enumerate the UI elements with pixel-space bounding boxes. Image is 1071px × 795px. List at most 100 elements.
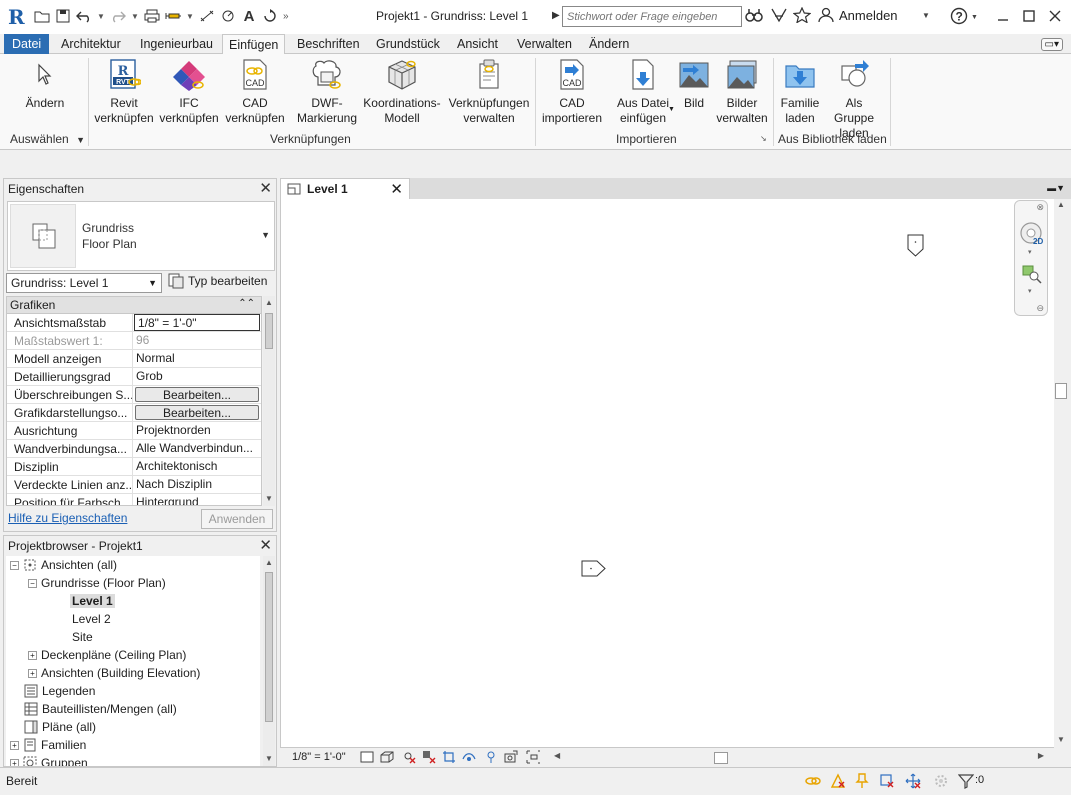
view-scale-input[interactable]: 1/8" = 1'-0" [134, 314, 260, 331]
property-row[interactable]: Modell anzeigen Normal [7, 350, 261, 368]
coordination-model-button[interactable]: Koordinations- Modell [360, 58, 444, 126]
sun-path-off-icon[interactable] [402, 750, 416, 764]
undo-icon[interactable] [76, 7, 92, 25]
redo-dropdown-icon[interactable]: ▼ [131, 12, 139, 21]
property-row[interactable]: Ausrichtung Projektnorden [7, 422, 261, 440]
close-icon[interactable]: ✕ [259, 536, 272, 554]
print-icon[interactable] [144, 7, 160, 25]
tab-list-dropdown-icon[interactable]: ▬▼ [1047, 183, 1065, 193]
scroll-up-icon[interactable]: ▲ [265, 558, 273, 567]
modify-button[interactable]: Ändern [18, 58, 72, 111]
load-family-button[interactable]: Familie laden [776, 58, 824, 126]
tree-node-views[interactable]: − Ansichten (all) [10, 556, 117, 574]
reveal-hidden-elements-icon[interactable] [526, 750, 540, 764]
maximize-button[interactable] [1016, 5, 1042, 27]
properties-scrollbar[interactable]: ▲ ▼ [263, 296, 275, 506]
expand-icon[interactable]: + [10, 740, 19, 750]
dwf-markup-button[interactable]: DWF- Markierung [292, 58, 362, 126]
close-icon[interactable]: ✕ [390, 180, 403, 198]
insert-from-file-dropdown-icon[interactable]: ▼ [668, 106, 675, 113]
apply-button[interactable]: Anwenden [201, 509, 273, 529]
filter-icon[interactable] [957, 772, 975, 790]
shadows-off-icon[interactable] [422, 750, 436, 764]
detail-level-icon[interactable] [360, 750, 374, 764]
tag-icon[interactable] [220, 7, 236, 25]
drag-elements-icon[interactable] [904, 772, 922, 790]
tab-structure[interactable]: Ingenieurbau [140, 34, 213, 54]
app-menu-button[interactable]: R [8, 5, 25, 29]
search-input[interactable] [562, 6, 742, 27]
expand-icon[interactable]: + [28, 668, 37, 678]
browser-scrollbar[interactable]: ▲ ▼ [263, 556, 275, 766]
scroll-right-icon[interactable]: ▶ [1038, 751, 1044, 760]
scroll-thumb[interactable] [714, 752, 728, 764]
sign-in-button[interactable]: Anmelden [818, 7, 898, 23]
property-row[interactable]: Ansichtsmaßstab 1/8" = 1'-0" [7, 314, 261, 332]
options-icon[interactable]: ⊖ [1036, 303, 1044, 314]
scroll-down-icon[interactable]: ▼ [265, 494, 273, 503]
undo-dropdown-icon[interactable]: ▼ [97, 12, 105, 21]
link-cad-button[interactable]: CAD CAD verknüpfen [222, 58, 288, 126]
horizontal-scrollbar[interactable]: ◀ ▶ [554, 751, 1044, 765]
scroll-thumb[interactable] [1055, 383, 1067, 399]
select-pinned-icon[interactable] [853, 772, 871, 790]
open-icon[interactable] [34, 7, 50, 25]
unlocked-3d-view-icon[interactable] [484, 750, 498, 764]
property-row[interactable]: Wandverbindungsa... Alle Wandverbindun..… [7, 440, 261, 458]
tree-node-elevations[interactable]: + Ansichten (Building Elevation) [28, 664, 200, 682]
tree-node-level-1[interactable]: Level 1 [70, 592, 115, 610]
chevron-down-icon[interactable]: ▾ [1028, 248, 1032, 256]
insert-from-file-button[interactable]: Aus Datei einfügen [610, 58, 676, 126]
tab-architecture[interactable]: Architektur [61, 34, 121, 54]
close-icon[interactable]: ⊗ [1036, 202, 1044, 213]
manage-images-button[interactable]: Bilder verwalten [714, 58, 770, 126]
tab-insert[interactable]: Einfügen [222, 34, 286, 55]
aligned-dimension-icon[interactable] [199, 7, 215, 25]
property-value[interactable]: Projektnorden [133, 422, 261, 439]
scroll-down-icon[interactable]: ▼ [265, 754, 273, 763]
property-row[interactable]: Grafikdarstellungso... Bearbeiten... [7, 404, 261, 422]
crop-view-icon[interactable] [442, 750, 456, 764]
close-window-button[interactable] [1042, 5, 1068, 27]
tree-node-sheets[interactable]: Pläne (all) [24, 718, 96, 736]
expand-icon[interactable]: + [10, 758, 19, 766]
scroll-left-icon[interactable]: ◀ [554, 751, 560, 760]
tree-node-groups[interactable]: + Gruppen [10, 754, 88, 766]
tree-node-ceiling-plans[interactable]: + Deckenpläne (Ceiling Plan) [28, 646, 186, 664]
expand-icon[interactable]: + [28, 650, 37, 660]
edit-overrides-button[interactable]: Bearbeiten... [135, 387, 259, 402]
scroll-up-icon[interactable]: ▲ [265, 298, 273, 307]
elevation-marker-east[interactable] [581, 560, 607, 581]
qat-overflow-icon[interactable]: » [283, 11, 297, 22]
chevron-down-icon[interactable]: ▾ [1028, 287, 1032, 295]
image-button[interactable]: Bild [676, 58, 712, 111]
property-value[interactable]: Nach Disziplin [133, 476, 261, 493]
view-tab-level-1[interactable]: Level 1 ✕ [280, 178, 410, 199]
property-row[interactable]: Disziplin Architektonisch [7, 458, 261, 476]
measure-icon[interactable] [165, 7, 181, 25]
tab-massing-site[interactable]: Grundstück [376, 34, 440, 54]
tree-node-floor-plans[interactable]: − Grundrisse (Floor Plan) [28, 574, 166, 592]
property-value[interactable]: Hintergrund [133, 494, 261, 505]
select-by-face-icon[interactable] [878, 772, 896, 790]
help-button[interactable]: ? ▼ [950, 7, 980, 29]
background-process-icon[interactable] [932, 772, 950, 790]
temporary-hide-icon[interactable] [504, 750, 518, 764]
steering-wheel-2d-icon[interactable]: 2D [1019, 221, 1045, 250]
edit-graphic-display-button[interactable]: Bearbeiten... [135, 405, 259, 420]
instance-filter-select[interactable]: Grundriss: Level 1 ▼ [6, 273, 162, 293]
tab-file[interactable]: Datei [4, 34, 50, 54]
scroll-up-icon[interactable]: ▲ [1057, 200, 1065, 209]
property-row[interactable]: Position für Farbsch... Hintergrund [7, 494, 261, 505]
redo-icon[interactable] [110, 7, 126, 25]
tree-node-schedules[interactable]: Bauteillisten/Mengen (all) [24, 700, 177, 718]
search-expand-icon[interactable]: ▶ [552, 10, 560, 21]
manage-links-button[interactable]: Verknüpfungen verwalten [446, 58, 532, 126]
scroll-thumb[interactable] [265, 572, 273, 722]
minimize-button[interactable] [990, 5, 1016, 27]
select-links-icon[interactable] [804, 772, 822, 790]
close-icon[interactable]: ✕ [259, 179, 272, 197]
properties-help-link[interactable]: Hilfe zu Eigenschaften [8, 511, 127, 525]
tree-node-families[interactable]: + Familien [10, 736, 86, 754]
property-value[interactable]: Architektonisch [133, 458, 261, 475]
